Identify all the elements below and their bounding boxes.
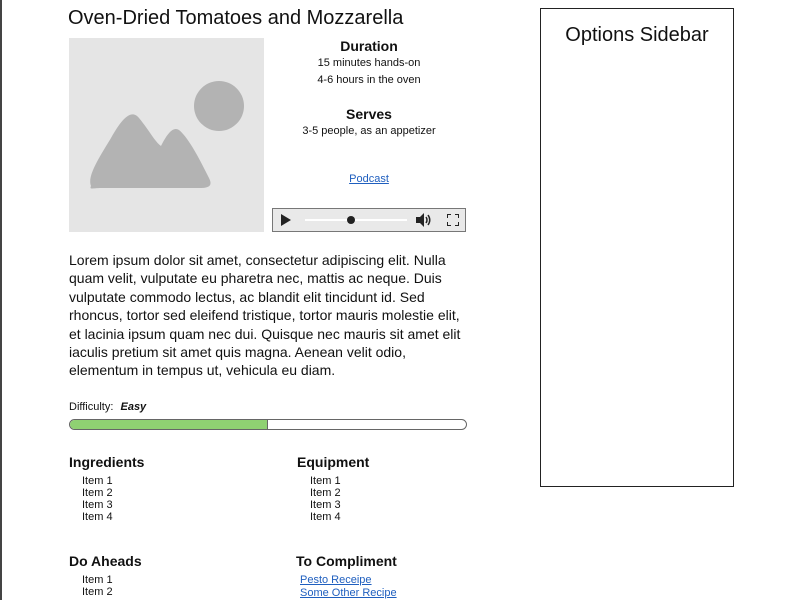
list-item: Item 2 [82,586,113,598]
play-icon-shape [281,214,291,226]
list-item: Item 2 [310,487,341,499]
recipe-page: Oven-Dried Tomatoes and Mozzarella Durat… [0,0,800,600]
recipe-image [69,38,264,232]
list-item: Item 3 [82,499,113,511]
difficulty-label: Difficulty: [69,401,114,413]
volume-icon [416,213,431,227]
serves-line: 3-5 people, as an appetizer [302,125,436,137]
list-item: Item 3 [310,499,341,511]
volume-icon-wave [427,214,431,226]
equipment-section: Equipment Item 1 Item 2 Item 3 Item 4 [297,454,497,523]
volume-icon-wave [425,216,428,224]
difficulty-row: Difficulty: Easy [69,400,146,414]
options-sidebar: Options Sidebar [540,8,734,487]
difficulty-value: Easy [120,401,147,413]
pesto-recipe-link[interactable]: Pesto Receipe [300,574,372,586]
ingredients-heading: Ingredients [69,454,145,470]
serves-heading: Serves [346,106,392,122]
podcast-link-container: Podcast [272,172,466,186]
serves-block: Serves 3-5 people, as an appetizer [272,106,466,140]
equipment-list: Item 1 Item 2 Item 3 Item 4 [297,475,497,523]
duration-block: Duration 15 minutes hands-on 4-6 hours i… [272,38,466,89]
other-recipe-link[interactable]: Some Other Recipe [300,587,397,599]
image-placeholder-mountains [90,114,211,189]
recipe-description: Lorem ipsum dolor sit amet, consectetur … [69,252,461,379]
list-item: Item 4 [310,511,341,523]
list-item: Item 1 [82,475,113,487]
list-item: Some Other Recipe [300,587,496,600]
volume-icon-speaker [416,213,424,227]
difficulty-bar [69,419,467,430]
list-item: Item 1 [82,574,113,586]
list-item: Pesto Receipe [300,574,496,587]
seek-handle[interactable] [346,216,355,224]
to-compliment-list: Pesto Receipe Some Other Recipe [296,574,496,600]
audio-player [272,208,466,232]
fullscreen-button[interactable] [446,209,460,231]
fullscreen-icon [447,214,459,226]
do-aheads-section: Do Aheads Item 1 Item 2 [69,553,269,598]
play-icon [281,214,291,226]
list-item: Item 1 [310,475,341,487]
image-placeholder-icon [90,81,244,189]
seek-track[interactable] [305,219,407,221]
duration-heading: Duration [340,38,398,54]
duration-line: 15 minutes hands-on [317,57,421,69]
to-compliment-heading: To Compliment [296,553,397,569]
list-item: Item 4 [82,511,113,523]
difficulty-bar-fill [70,420,268,429]
do-aheads-list: Item 1 Item 2 [69,574,269,598]
podcast-link[interactable]: Podcast [349,173,389,185]
page-title: Oven-Dried Tomatoes and Mozzarella [68,7,404,29]
duration-line: 4-6 hours in the oven [317,74,421,86]
equipment-heading: Equipment [297,454,370,470]
fullscreen-icon-corners [447,214,459,226]
to-compliment-section: To Compliment Pesto Receipe Some Other R… [296,553,496,600]
ingredients-section: Ingredients Item 1 Item 2 Item 3 Item 4 [69,454,269,523]
sidebar-title: Options Sidebar [565,24,709,46]
do-aheads-heading: Do Aheads [69,553,142,569]
volume-button[interactable] [416,209,432,231]
image-placeholder-sun [194,81,244,131]
ingredients-list: Item 1 Item 2 Item 3 Item 4 [69,475,269,523]
recipe-info: Duration 15 minutes hands-on 4-6 hours i… [272,38,466,140]
play-button[interactable] [279,209,293,231]
list-item: Item 2 [82,487,113,499]
